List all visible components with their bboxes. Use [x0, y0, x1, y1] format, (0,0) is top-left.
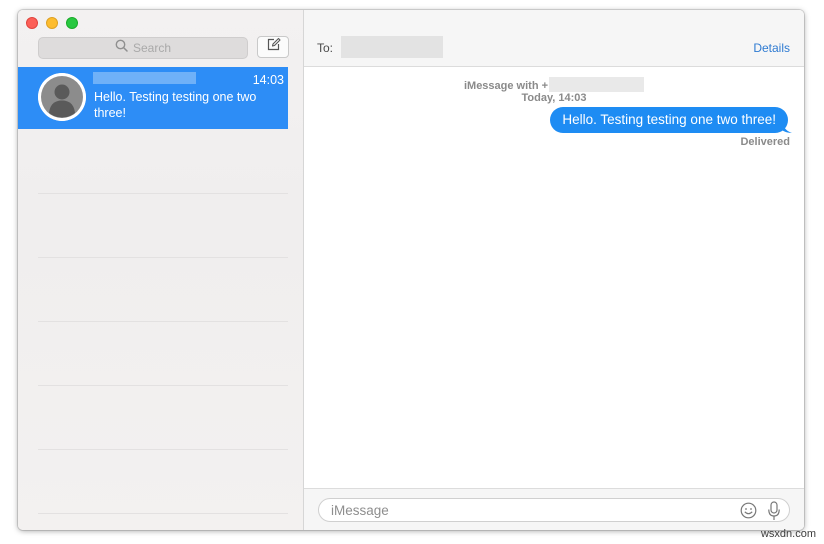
- person-silhouette-icon: [38, 73, 86, 121]
- conversation-item[interactable]: 14:03 Hello. Testing testing one two thr…: [18, 67, 288, 129]
- composer-bar: iMessage: [304, 488, 804, 530]
- emoji-icon[interactable]: [740, 502, 757, 519]
- search-placeholder: Search: [132, 41, 172, 55]
- conversation-pane: To: Details iMessage with + Today, 14:03…: [304, 10, 804, 530]
- list-divider: [38, 321, 288, 322]
- thread-timestamp: Today, 14:03: [521, 92, 587, 104]
- compose-button[interactable]: [257, 36, 289, 58]
- compose-icon: [266, 37, 281, 57]
- outgoing-message-bubble[interactable]: Hello. Testing testing one two three!: [550, 107, 788, 133]
- maximize-window-button[interactable]: [66, 17, 78, 29]
- search-icon: [115, 39, 128, 57]
- conversation-time: 14:03: [252, 73, 284, 87]
- minimize-window-button[interactable]: [46, 17, 58, 29]
- conversation-preview: Hello. Testing testing one two three!: [94, 90, 257, 120]
- to-label: To:: [317, 41, 334, 55]
- microphone-icon[interactable]: [767, 501, 781, 521]
- phone-number-redacted: [549, 77, 645, 92]
- service-info: iMessage with +: [304, 77, 804, 92]
- list-divider: [38, 385, 288, 386]
- search-input[interactable]: Search: [38, 37, 248, 59]
- list-divider: [38, 257, 288, 258]
- message-input-placeholder: iMessage: [331, 503, 389, 518]
- contact-name-redacted: [93, 72, 196, 84]
- details-button[interactable]: Details: [753, 41, 790, 55]
- list-divider: [38, 449, 288, 450]
- conversation-header: To: Details: [304, 10, 804, 67]
- messages-window: Search 14:03 Hello. Testing testing one …: [18, 10, 804, 530]
- watermark: wsxdn.com: [760, 528, 816, 540]
- bubble-tail: [782, 121, 792, 133]
- recipient-field-redacted[interactable]: [341, 36, 443, 58]
- list-divider: [38, 513, 288, 514]
- delivery-status: Delivered: [740, 136, 790, 148]
- message-input[interactable]: iMessage: [318, 498, 790, 522]
- service-label: iMessage with +: [463, 80, 549, 92]
- list-divider: [38, 193, 288, 194]
- close-window-button[interactable]: [26, 17, 38, 29]
- avatar: [38, 73, 86, 121]
- sidebar: Search 14:03 Hello. Testing testing one …: [18, 10, 304, 530]
